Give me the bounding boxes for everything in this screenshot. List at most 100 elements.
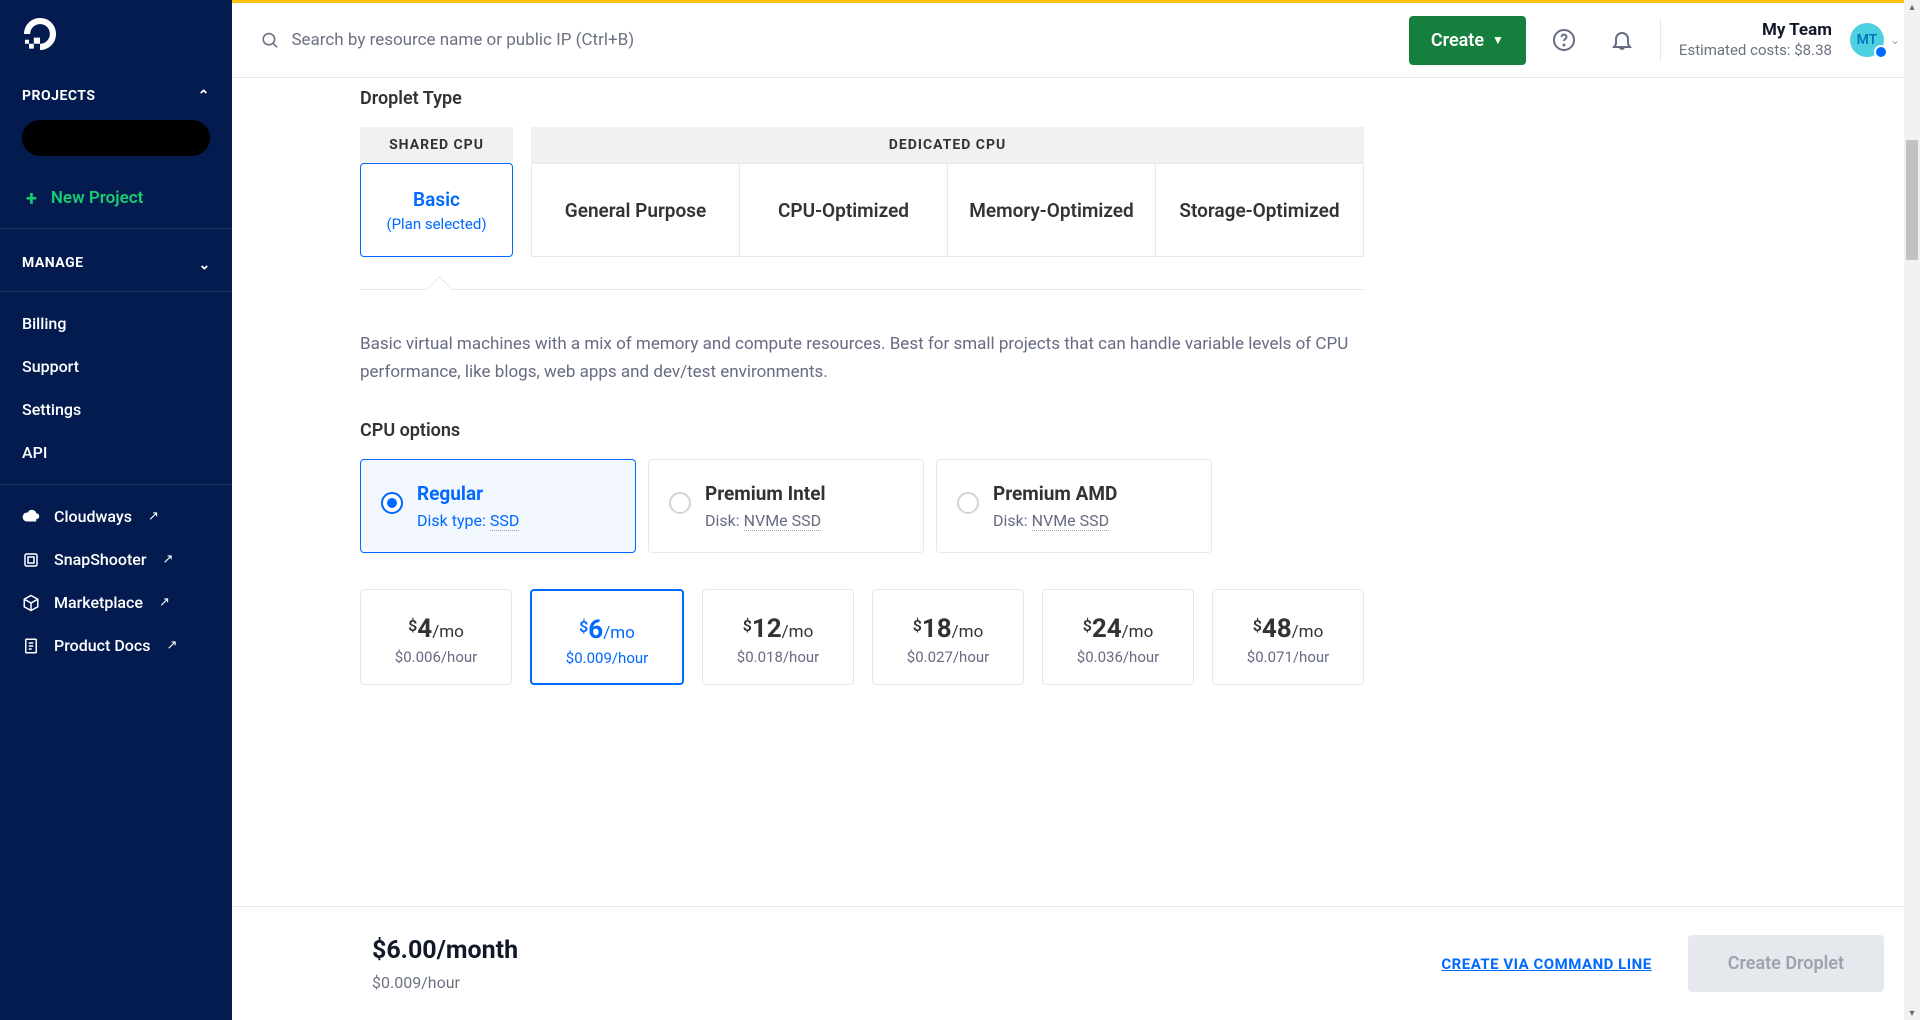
plan-18[interactable]: $18/mo $0.027/hour [872,589,1024,685]
cpu-option-regular[interactable]: Regular Disk type: SSD [360,459,636,553]
snap-icon [22,551,40,569]
plan-price: $6/mo [579,615,635,645]
avatar: MT [1850,23,1884,57]
plan-price: $18/mo [913,614,984,644]
cpu-option-premium-intel[interactable]: Premium Intel Disk: NVMe SSD [648,459,924,553]
plan-price: $12/mo [743,614,814,644]
cpu-option-title: Premium Intel [705,482,901,505]
digitalocean-logo-icon [22,18,58,54]
scroll-thumb[interactable] [1906,140,1918,260]
cpu-options-heading: CPU options [360,420,1364,441]
plan-hourly: $0.036/hour [1053,648,1183,666]
nav-settings[interactable]: Settings [0,388,232,431]
logo[interactable] [0,0,232,78]
plus-icon: + [26,186,37,210]
redacted-project[interactable] [22,120,210,156]
scrollbar[interactable]: ▴ ▾ [1904,0,1920,1020]
cpu-option-premium-amd[interactable]: Premium AMD Disk: NVMe SSD [936,459,1212,553]
cpu-option-disk: Disk: NVMe SSD [993,511,1189,530]
team-cost: Estimated costs: $8.38 [1679,41,1832,61]
plan-hourly: $0.071/hour [1223,648,1353,666]
manage-label: MANAGE [22,255,84,271]
plan-price: $4/mo [408,614,464,644]
separator [1660,18,1661,62]
radio-icon [957,492,979,514]
external-link-icon: ↗ [166,638,177,653]
type-pointer [360,289,1364,290]
type-basic[interactable]: Basic (Plan selected) [360,163,513,257]
team-info: My Team Estimated costs: $8.38 [1679,19,1832,61]
help-icon [1552,28,1576,52]
projects-label: PROJECTS [22,88,96,104]
create-button[interactable]: Create ▼ [1409,16,1526,65]
nav-api[interactable]: API [0,431,232,474]
type-general-purpose[interactable]: General Purpose [531,163,740,257]
type-basic-sub: (Plan selected) [386,215,486,233]
search [260,30,1391,50]
type-memory-optimized[interactable]: Memory-Optimized [948,163,1156,257]
new-project-label: New Project [51,188,143,208]
nav-product-docs[interactable]: Product Docs↗ [0,624,232,667]
nav-support[interactable]: Support [0,345,232,388]
shared-cpu-header: SHARED CPU [360,127,513,163]
create-label: Create [1431,30,1484,51]
type-storage-optimized[interactable]: Storage-Optimized [1156,163,1364,257]
plan-price: $24/mo [1083,614,1154,644]
cube-icon [22,594,40,612]
plan-hourly: $0.018/hour [713,648,843,666]
plan-48[interactable]: $48/mo $0.071/hour [1212,589,1364,685]
footer-bar: $6.00/month $0.009/hour CREATE VIA COMMA… [232,906,1920,1020]
main: Create ▼ My Team Estimated costs: $8.38 … [232,0,1920,1020]
external-link-icon: ↗ [148,509,159,524]
scroll-down-icon: ▾ [1907,1008,1917,1018]
bell-icon [1610,28,1634,52]
account-menu[interactable]: MT ⌄ [1850,23,1900,57]
nav-marketplace[interactable]: Marketplace↗ [0,581,232,624]
footer-price: $6.00/month [372,936,1441,965]
nav-cloudways[interactable]: Cloudways↗ [0,495,232,538]
chevron-down-icon: ▼ [1492,33,1504,47]
manage-header[interactable]: MANAGE ⌃ [0,229,232,291]
doc-icon [22,637,40,655]
new-project-button[interactable]: + New Project [0,174,232,228]
avatar-badge-icon [1874,45,1888,59]
help-button[interactable] [1544,20,1584,60]
plan-24[interactable]: $24/mo $0.036/hour [1042,589,1194,685]
plan-hourly: $0.009/hour [542,649,672,667]
radio-icon [381,492,403,514]
cloud-icon [22,508,40,526]
external-link-icon: ↗ [163,552,174,567]
footer-hourly: $0.009/hour [372,973,1441,992]
plan-4[interactable]: $4/mo $0.006/hour [360,589,512,685]
external-link-icon: ↗ [159,595,170,610]
plan-6[interactable]: $6/mo $0.009/hour [530,589,684,685]
notifications-button[interactable] [1602,20,1642,60]
nav-snapshooter[interactable]: SnapShooter↗ [0,538,232,581]
projects-header[interactable]: PROJECTS ⌃ [0,78,232,116]
nav-billing[interactable]: Billing [0,302,232,345]
chevron-down-icon: ⌄ [1890,33,1900,47]
chevron-down-icon: ⌃ [198,255,210,271]
search-icon [260,30,279,50]
cpu-option-disk: Disk type: SSD [417,511,613,530]
sidebar: PROJECTS ⌃ + New Project MANAGE ⌃ Billin… [0,0,232,1020]
scroll-up-icon: ▴ [1907,2,1917,12]
droplet-type-group: SHARED CPU Basic (Plan selected) DEDICAT… [360,127,1364,257]
topbar: Create ▼ My Team Estimated costs: $8.38 … [232,0,1920,78]
plan-hourly: $0.006/hour [371,648,501,666]
cpu-option-disk: Disk: NVMe SSD [705,511,901,530]
type-cpu-optimized[interactable]: CPU-Optimized [740,163,948,257]
plan-hourly: $0.027/hour [883,648,1013,666]
search-input[interactable] [291,30,1390,50]
cpu-option-title: Premium AMD [993,482,1189,505]
cpu-option-title: Regular [417,482,613,505]
plan-price: $48/mo [1253,614,1324,644]
content: Droplet Type SHARED CPU Basic (Plan sele… [232,78,1920,1020]
chevron-up-icon: ⌃ [198,88,210,104]
type-description: Basic virtual machines with a mix of mem… [360,330,1364,386]
radio-icon [669,492,691,514]
type-basic-label: Basic [413,188,460,211]
create-droplet-button[interactable]: Create Droplet [1688,935,1884,992]
create-cli-link[interactable]: CREATE VIA COMMAND LINE [1441,955,1651,973]
plan-12[interactable]: $12/mo $0.018/hour [702,589,854,685]
